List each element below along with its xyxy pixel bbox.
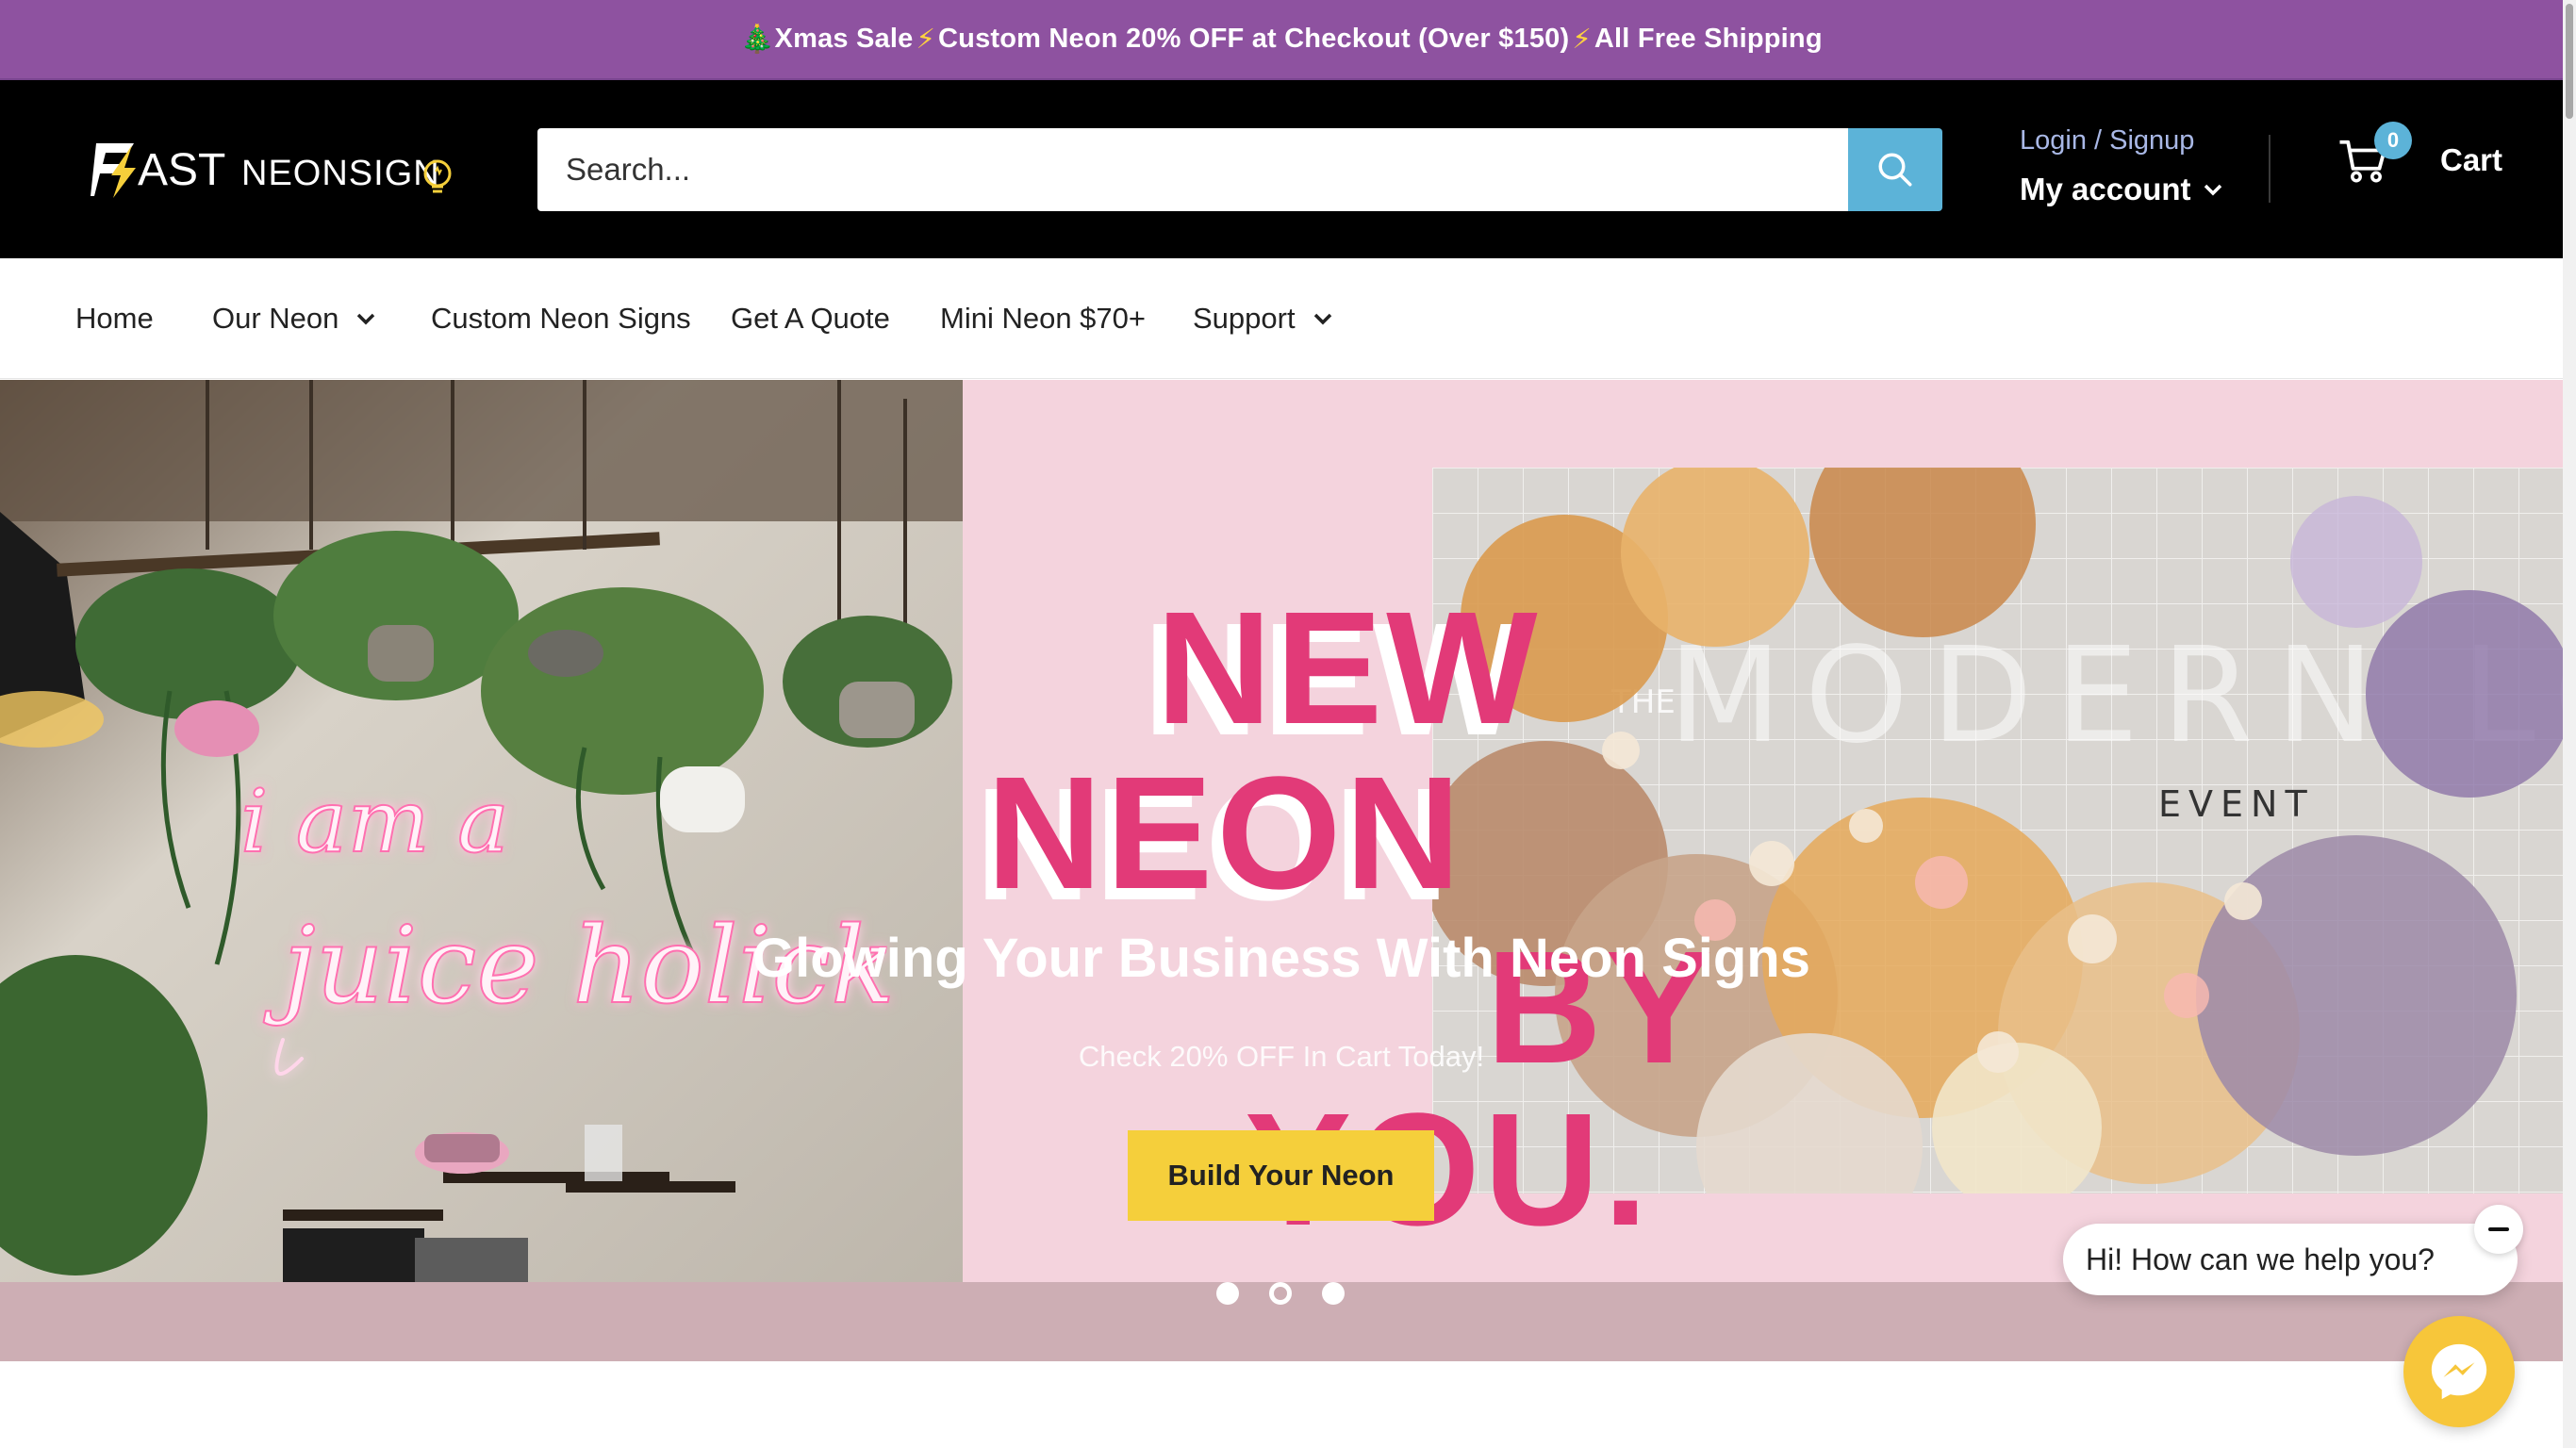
search-bar	[537, 128, 1942, 211]
page-scrollbar[interactable]	[2563, 0, 2576, 1448]
cart-count-badge: 0	[2374, 122, 2412, 159]
site-logo[interactable]: AST NEONSIGN	[91, 140, 454, 200]
messenger-chat-button[interactable]	[2403, 1316, 2515, 1427]
nav-item-label: Get A Quote	[731, 302, 890, 335]
header-divider	[2269, 135, 2271, 203]
search-input[interactable]	[537, 128, 1848, 211]
nav-item-label: Support	[1193, 302, 1296, 335]
hero-slider: i am a juice holick THE MODERN EVENT NEW…	[0, 380, 2563, 1282]
lightning-icon: ⚡	[916, 25, 936, 55]
slider-dot-1[interactable]	[1216, 1282, 1239, 1305]
logo-image: AST NEONSIGN	[91, 143, 452, 198]
cart-link[interactable]: 0 Cart	[2337, 122, 2503, 187]
scrollbar-thumb[interactable]	[2566, 4, 2573, 119]
nav-item-support[interactable]: Support	[1193, 258, 1333, 379]
nav-item-label: Home	[75, 302, 154, 335]
chevron-down-icon	[357, 313, 375, 325]
search-button[interactable]	[1848, 128, 1942, 211]
tree-icon: 🎄	[740, 24, 775, 55]
slider-dot-2-active[interactable]	[1269, 1282, 1292, 1305]
nav-item-label: Mini Neon $70+	[940, 302, 1146, 335]
account-menu: Login / Signup My account	[2020, 125, 2223, 207]
chevron-down-icon	[1313, 313, 1331, 325]
graphic-word-new: NEW	[1156, 579, 1542, 758]
flower-sign-event: EVENT	[2158, 783, 2315, 825]
slider-dot-3[interactable]	[1322, 1282, 1345, 1305]
minus-icon	[2488, 1227, 2509, 1231]
nav-item-label: Our Neon	[212, 302, 339, 335]
cart-icon-wrap: 0	[2337, 122, 2412, 187]
chat-minimize-button[interactable]	[2474, 1205, 2523, 1254]
nav-item-our-neon[interactable]: Our Neon	[212, 258, 376, 379]
graphic-word-neon: NEON	[986, 744, 1465, 923]
svg-text:NEONSIGN: NEONSIGN	[241, 154, 440, 193]
nav-item-label: Custom Neon Signs	[431, 302, 691, 335]
announcement-sale-text: Xmas Sale	[774, 24, 914, 54]
nav-item-mini-neon[interactable]: Mini Neon $70+	[940, 258, 1146, 379]
login-signup-link[interactable]: Login / Signup	[2020, 125, 2223, 156]
announcement-shipping-text: All Free Shipping	[1593, 24, 1823, 54]
cart-label: Cart	[2440, 142, 2503, 177]
announcement-offer-text: Custom Neon 20% OFF at Checkout (Over $1…	[938, 24, 1570, 54]
hero-subheading: Check 20% OFF In Cart Today!	[1078, 1040, 1485, 1073]
neon-sign-line1: i am a	[240, 771, 509, 872]
my-account-label: My account	[2020, 172, 2191, 206]
hero-heading: Glowing Your Business With Neon Signs	[752, 928, 1810, 989]
nav-item-custom-neon-signs[interactable]: Custom Neon Signs	[431, 258, 691, 379]
announcement-bar: 🎄 Xmas Sale ⚡ Custom Neon 20% OFF at Che…	[0, 0, 2563, 80]
svg-text:AST: AST	[138, 145, 225, 195]
my-account-dropdown[interactable]: My account	[2020, 172, 2223, 207]
build-your-neon-button[interactable]: Build Your Neon	[1128, 1130, 1434, 1221]
chat-greeting-text: Hi! How can we help you?	[2086, 1242, 2435, 1276]
messenger-icon	[2431, 1343, 2487, 1400]
nav-item-get-a-quote[interactable]: Get A Quote	[731, 258, 890, 379]
site-header: AST NEONSIGN Login / Signup My account	[0, 80, 2563, 258]
chevron-down-icon	[2204, 184, 2221, 196]
nav-item-home[interactable]: Home	[75, 258, 154, 379]
lightning-icon: ⚡	[1572, 25, 1592, 55]
main-nav: Home Our Neon Custom Neon Signs Get A Qu…	[0, 258, 2563, 379]
juice-shop-illustration: i am a juice holick	[0, 380, 963, 1282]
search-icon	[1878, 153, 1912, 187]
hero-photo-juice-shop: i am a juice holick	[0, 380, 963, 1282]
chat-greeting-bubble[interactable]: Hi! How can we help you?	[2063, 1224, 2518, 1295]
